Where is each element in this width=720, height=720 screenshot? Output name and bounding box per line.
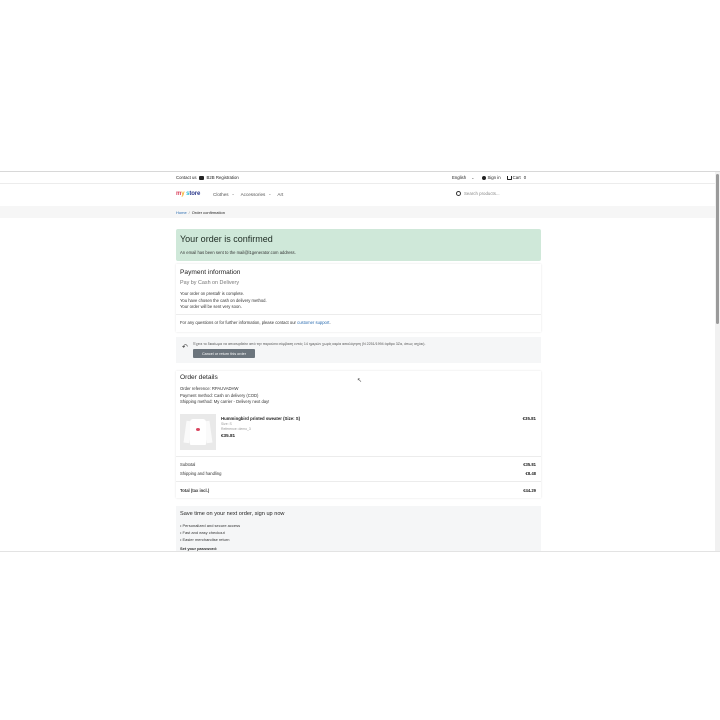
logo-rest: tore: [189, 191, 201, 197]
search-input[interactable]: Search products...: [464, 191, 500, 196]
support-text-end: .: [329, 320, 331, 325]
customer-support-link[interactable]: customer support: [297, 320, 329, 325]
divider: [176, 456, 541, 457]
signup-benefit: • Personalized and secure access: [180, 523, 241, 528]
nav-item-clothes[interactable]: Clothes: [213, 192, 229, 197]
language-selector[interactable]: English: [452, 175, 466, 180]
payment-line: Your order will be sent very soon.: [180, 304, 242, 309]
chevron-down-icon: ⌄: [471, 175, 475, 180]
order-reference: Order reference: RPAUVADHW: [180, 386, 239, 391]
signup-benefit: • Fast and easy checkout: [180, 530, 225, 535]
page-title: Your order is confirmed: [180, 234, 273, 244]
payment-method-heading: Pay by Cash on Delivery: [180, 280, 240, 286]
signup-benefit-text: Fast and easy checkout: [182, 530, 225, 535]
top-bar: Contact us B2B Registration English ⌄ Si…: [0, 172, 715, 184]
cancel-order-box: ↶ Έχετε το δικαίωμα να αποσυρθείτε από τ…: [176, 337, 541, 363]
cancel-return-button[interactable]: Cancel or return this order: [193, 349, 255, 358]
chat-icon: [198, 175, 204, 180]
hummingbird-print: [196, 428, 200, 431]
divider: [176, 481, 541, 482]
order-details-title: Order details: [180, 374, 218, 381]
search-icon[interactable]: [456, 191, 461, 196]
breadcrumb-separator: /: [188, 210, 190, 215]
subtotal-label: Subtotal: [180, 462, 196, 467]
logo-letter-y: y: [181, 191, 185, 197]
browser-viewport: Contact us B2B Registration English ⌄ Si…: [0, 171, 720, 552]
cart-icon: [506, 175, 512, 180]
shipping-value: €8.48: [525, 471, 536, 476]
cart-link[interactable]: Cart: [513, 175, 521, 180]
search-box[interactable]: Search products...: [456, 189, 538, 198]
user-icon: [482, 175, 487, 180]
signup-title: Save time on your next order, sign up no…: [180, 511, 285, 517]
breadcrumb: Home / Order confirmation: [0, 206, 715, 218]
withdrawal-notice: Έχετε το δικαίωμα να αποσυρθείτε από την…: [193, 342, 426, 346]
cart-count: 0: [523, 175, 527, 180]
scrollbar[interactable]: [715, 172, 720, 551]
order-shipping-method: Shipping method: My carrier - Delivery n…: [180, 399, 270, 404]
sign-in-link[interactable]: Sign in: [487, 175, 500, 180]
mouse-cursor-icon: ↖: [357, 378, 363, 384]
product-unit-price: €35.81: [221, 433, 236, 438]
product-image[interactable]: [180, 414, 216, 450]
nav-item-accessories[interactable]: Accessories: [241, 192, 266, 197]
chevron-down-icon: ⌄: [268, 192, 272, 196]
support-text: For any questions or for further informa…: [180, 320, 296, 325]
payment-line: You have chosen the cash on delivery met…: [180, 297, 267, 303]
signup-benefit-text: Personalized and secure access: [182, 523, 241, 528]
total-label: Total (tax incl.): [180, 488, 210, 493]
contact-link[interactable]: Contact us: [176, 175, 197, 180]
breadcrumb-home[interactable]: Home: [176, 210, 187, 215]
payment-line: Your order on prestafr is complete.: [180, 291, 245, 296]
product-line-total: €35.81: [522, 416, 536, 421]
product-name[interactable]: Hummingbird printed sweater (Size: S): [221, 416, 300, 421]
signup-benefit-text: Easier merchandise return: [182, 537, 230, 542]
scrollbar-thumb[interactable]: [716, 174, 719, 324]
return-arrow-icon: ↶: [182, 344, 188, 351]
subtotal-value: €35.81: [523, 462, 536, 467]
password-label: Set your password:: [180, 546, 218, 551]
product-reference: Reference: demo_3: [221, 427, 251, 431]
site-header: my store Clothes ⌄ Accessories ⌄ Art Sea…: [0, 184, 715, 206]
signup-benefit: • Easier merchandise return: [180, 537, 230, 542]
sweater-body: [190, 419, 206, 445]
breadcrumb-current: Order confirmation: [191, 210, 225, 215]
support-note: For any questions or for further informa…: [180, 320, 331, 325]
order-payment-method: Payment method: Cash on delivery (COD): [180, 392, 259, 398]
chevron-down-icon: ⌄: [231, 192, 235, 196]
confirmation-email-note: An email has been sent to the mail@l1gen…: [180, 250, 296, 255]
signup-box: Save time on your next order, sign up no…: [176, 506, 541, 551]
store-logo[interactable]: my store: [176, 191, 200, 197]
b2b-registration-link[interactable]: B2B Registration: [207, 175, 239, 180]
main-nav: Clothes ⌄ Accessories ⌄ Art: [213, 192, 286, 197]
order-details-card: Order details Order reference: RPAUVADHW…: [176, 371, 541, 498]
nav-item-art[interactable]: Art: [277, 192, 283, 197]
payment-title: Payment information: [180, 269, 241, 276]
order-confirmed-banner: Your order is confirmed An email has bee…: [176, 229, 541, 261]
payment-information-card: Payment information Pay by Cash on Deliv…: [176, 264, 541, 332]
total-value: €44.29: [523, 488, 536, 493]
product-size: Size: S: [221, 422, 232, 426]
shipping-label: Shipping and handling: [180, 471, 222, 476]
divider: [176, 314, 541, 315]
